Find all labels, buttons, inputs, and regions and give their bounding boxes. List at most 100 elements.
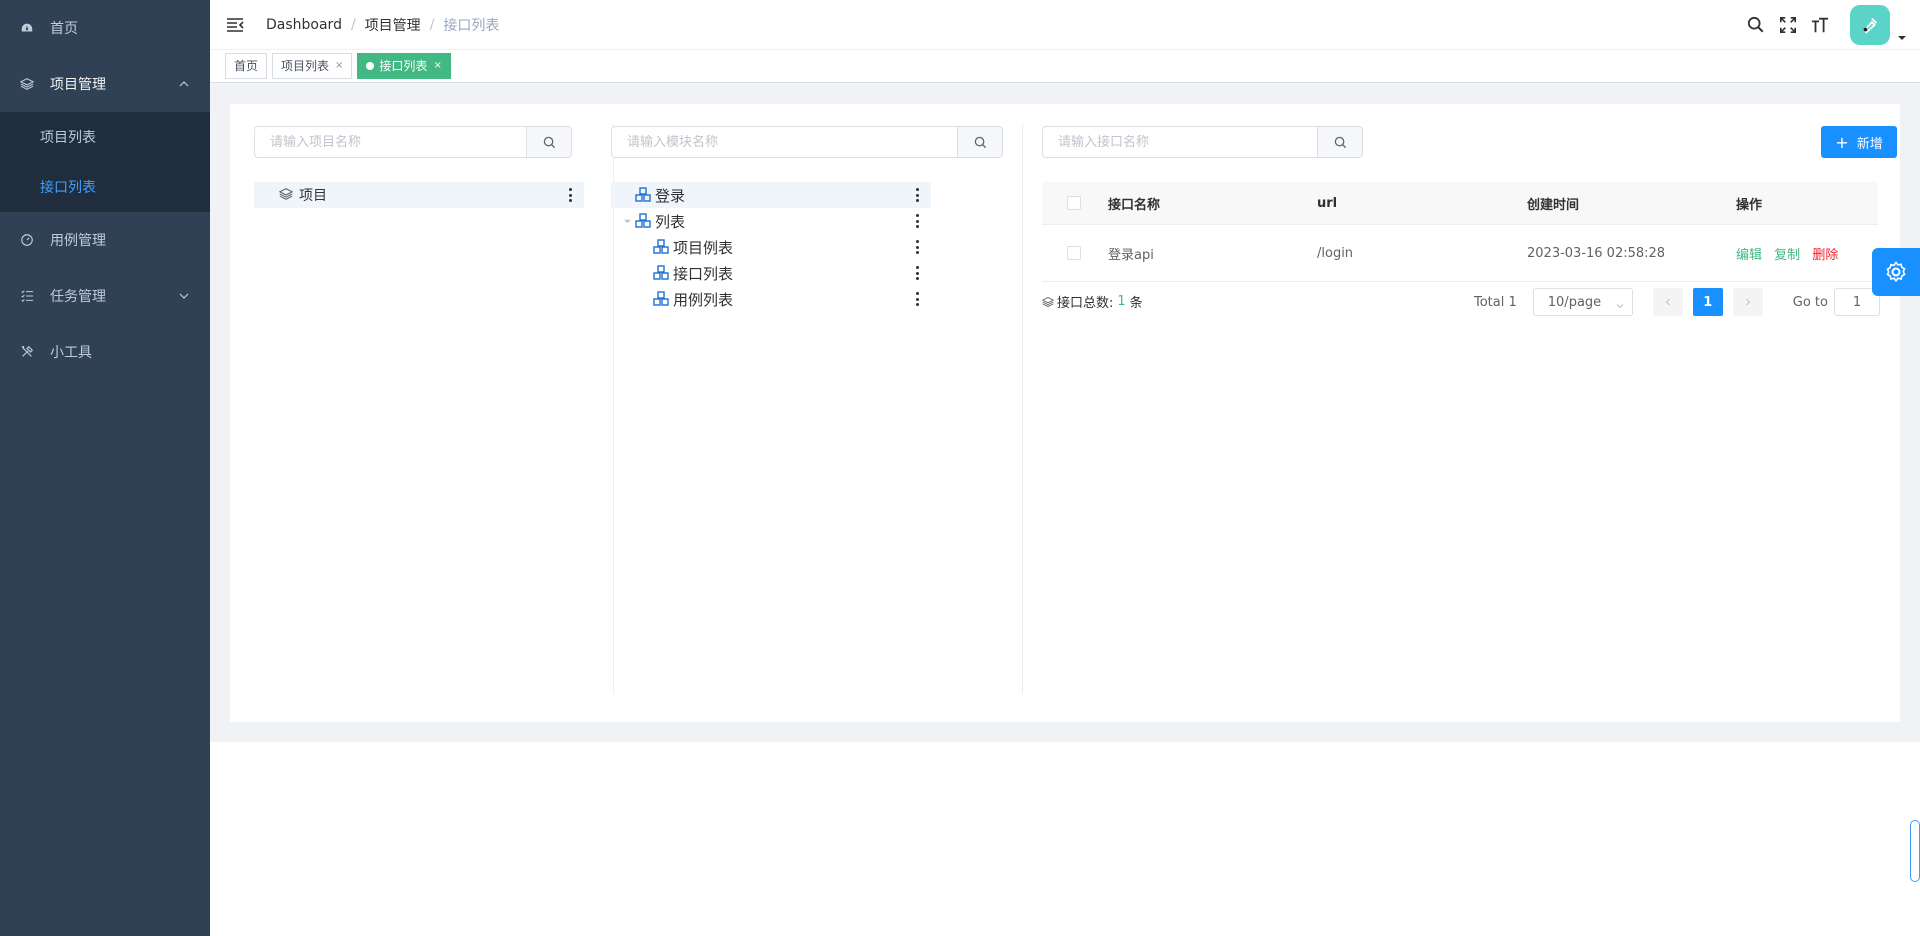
delete-link[interactable]: 删除 (1812, 248, 1838, 263)
gear-icon (1886, 261, 1906, 282)
module-cubes-icon (653, 239, 669, 255)
select-all-checkbox[interactable] (1067, 196, 1081, 210)
next-page-button[interactable] (1732, 288, 1763, 316)
settings-button[interactable] (1872, 248, 1920, 296)
summary-unit: 条 (1129, 296, 1143, 311)
search-icon (974, 136, 986, 148)
caret-down-icon[interactable] (619, 218, 635, 225)
plus-icon: + (1835, 132, 1849, 152)
tag-api-list[interactable]: 接口列表 × (357, 53, 451, 79)
api-search-button[interactable] (1317, 126, 1363, 158)
module-cubes-icon (635, 213, 651, 229)
module-tree-node[interactable]: 用例列表 (611, 286, 931, 312)
project-search (254, 126, 572, 158)
column-header: url (1317, 195, 1338, 211)
project-search-input[interactable] (254, 126, 526, 158)
close-icon[interactable]: × (335, 54, 343, 78)
module-tree-node[interactable]: 项目例表 (611, 234, 931, 260)
edit-link[interactable]: 编辑 (1736, 248, 1762, 263)
table-row: 登录api /login 2023-03-16 02:58:28 编辑 复制 删… (1042, 225, 1878, 282)
tag-home[interactable]: 首页 (225, 53, 268, 79)
breadcrumb-separator: / (429, 16, 435, 33)
breadcrumb-item[interactable]: 项目管理 (365, 15, 421, 35)
tree-node-label: 项目 (299, 188, 327, 204)
tag-project-list[interactable]: 项目列表 × (272, 53, 353, 79)
module-tree-node[interactable]: 登录 (611, 182, 931, 208)
cell-actions: 编辑 复制 删除 (1736, 244, 1876, 263)
copy-link[interactable]: 复制 (1774, 248, 1800, 263)
add-api-button[interactable]: + 新增 (1821, 126, 1897, 158)
sidebar-item-label: 首页 (50, 21, 78, 37)
main-area: Dashboard / 项目管理 / 接口列表 首页 项目列表 × 接口列表 ×… (210, 0, 1920, 936)
column-divider (1022, 124, 1023, 694)
more-vertical-icon[interactable] (916, 188, 919, 202)
table-header: 接口名称 url 创建时间 操作 (1042, 182, 1878, 225)
more-vertical-icon[interactable] (569, 188, 572, 202)
pagination-total: Total 1 (1474, 294, 1517, 310)
sidebar-item-label: 项目管理 (50, 77, 106, 93)
scrollbar-thumb[interactable] (1910, 820, 1920, 882)
sidebar-item-task-management[interactable]: 任务管理 (0, 268, 210, 324)
active-dot (366, 62, 375, 70)
column-header: 操作 (1736, 197, 1763, 213)
goto-label: Go to (1792, 294, 1828, 310)
sidebar-item-project-management[interactable]: 项目管理 (0, 56, 210, 112)
search-icon (1334, 136, 1346, 148)
module-search-button[interactable] (957, 126, 1003, 158)
api-table: 接口名称 url 创建时间 操作 登录api /login 2023-03-16… (1042, 182, 1878, 282)
more-vertical-icon[interactable] (916, 214, 919, 228)
row-checkbox[interactable] (1067, 246, 1081, 260)
chevron-down-icon (1616, 299, 1624, 309)
sidebar-item-tools[interactable]: 小工具 (0, 324, 210, 380)
more-vertical-icon[interactable] (916, 266, 919, 280)
tools-icon (20, 345, 34, 359)
sidebar-item-api-list[interactable]: 接口列表 (0, 162, 210, 212)
tree-node-label: 登录 (655, 186, 686, 205)
fullscreen-icon[interactable] (1778, 15, 1798, 35)
more-vertical-icon[interactable] (916, 240, 919, 254)
hamburger-menu-icon[interactable] (226, 16, 244, 34)
search-icon[interactable] (1746, 15, 1766, 35)
module-tree-node[interactable]: 列表 (611, 208, 931, 234)
sidebar-item-project-list[interactable]: 项目列表 (0, 112, 210, 162)
tags-view: 首页 项目列表 × 接口列表 × (210, 50, 1920, 83)
close-icon[interactable]: × (433, 54, 441, 78)
module-search-input[interactable] (611, 126, 957, 158)
dashboard-icon (20, 21, 34, 35)
page-number-current[interactable]: 1 (1692, 288, 1723, 316)
project-search-button[interactable] (526, 126, 572, 158)
module-tree-node[interactable]: 接口列表 (611, 260, 931, 286)
sidebar-item-case-management[interactable]: 用例管理 (0, 212, 210, 268)
breadcrumb: Dashboard / 项目管理 / 接口列表 (266, 15, 499, 35)
chevron-left-icon (1665, 298, 1670, 306)
breadcrumb-item[interactable]: Dashboard (266, 17, 342, 33)
api-search (1042, 126, 1363, 158)
api-summary: 接口总数: 1 条 (1042, 292, 1143, 311)
tree-node-label: 项目例表 (673, 238, 734, 257)
layers-icon (1042, 296, 1054, 307)
cell-api-name: 登录api (1108, 247, 1154, 263)
task-list-icon (20, 289, 34, 303)
sidebar-item-label: 任务管理 (50, 289, 106, 305)
module-cubes-icon (635, 187, 651, 203)
avatar (1850, 5, 1890, 45)
sidebar-item-home[interactable]: 首页 (0, 0, 210, 56)
user-dropdown[interactable] (1850, 5, 1906, 45)
breadcrumb-separator: / (350, 16, 356, 33)
project-tree-node[interactable]: 项目 (254, 182, 584, 208)
gauge-icon (20, 233, 34, 247)
pagination: Total 1 10/page 1 Go to (1474, 288, 1880, 316)
add-button-label: 新增 (1856, 136, 1883, 152)
prev-page-button[interactable] (1652, 288, 1683, 316)
chevron-right-icon (1745, 298, 1751, 306)
tree-node-label: 用例列表 (673, 290, 734, 309)
search-icon (543, 136, 555, 148)
api-search-input[interactable] (1042, 126, 1317, 158)
page-size-select[interactable]: 10/page (1532, 288, 1633, 316)
project-submenu: 项目列表 接口列表 (0, 112, 210, 212)
sidebar-item-label: 项目列表 (40, 130, 96, 146)
sidebar-item-label: 接口列表 (40, 180, 96, 196)
content-area: 项目 登录 (210, 84, 1920, 742)
font-size-icon[interactable] (1810, 15, 1830, 35)
more-vertical-icon[interactable] (916, 292, 919, 306)
